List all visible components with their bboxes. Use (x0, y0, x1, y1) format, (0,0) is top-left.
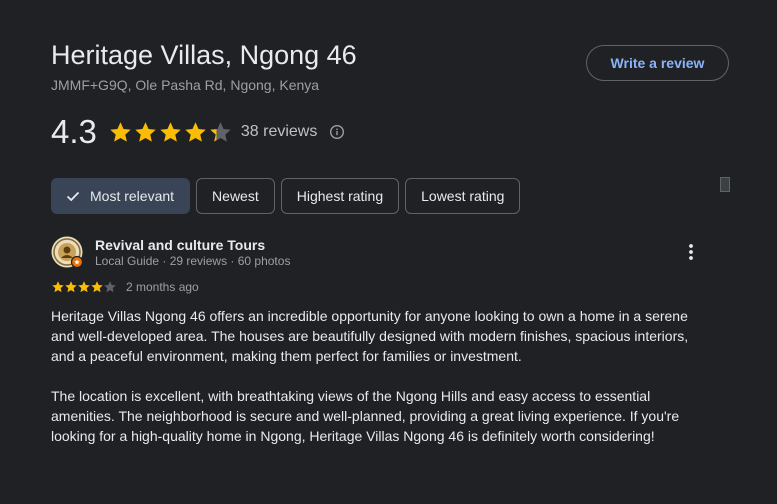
star-icon (52, 281, 64, 293)
reviewer-avatar[interactable] (51, 236, 84, 269)
review-count: 38 reviews (240, 123, 318, 140)
sort-chip-newest[interactable]: Newest (196, 178, 275, 214)
sort-chips: Most relevant Newest Highest rating Lowe… (51, 178, 521, 214)
star-icon (65, 281, 77, 293)
write-review-button[interactable]: Write a review (586, 45, 729, 81)
star-icon (160, 121, 181, 142)
check-icon (64, 187, 82, 205)
place-address: JMMF+G9Q, Ole Pasha Rd, Ngong, Kenya (51, 77, 320, 93)
review-stars (51, 280, 116, 294)
place-title: Heritage Villas, Ngong 46 (51, 40, 357, 70)
sort-chip-most-relevant[interactable]: Most relevant (51, 178, 191, 214)
star-icon (110, 121, 131, 142)
review-paragraph: The location is excellent, with breathta… (51, 388, 680, 444)
reviewer-name[interactable]: Revival and culture Tours (95, 237, 265, 253)
scrollbar-thumb[interactable] (720, 177, 730, 192)
sort-chip-label: Most relevant (90, 188, 175, 204)
review-paragraph: Heritage Villas Ngong 46 offers an incre… (51, 308, 689, 364)
rating-summary: 4.3 38 reviews (51, 112, 345, 152)
star-icon (104, 281, 116, 293)
reviewer-meta: Local Guide · 29 reviews · 60 photos (95, 254, 291, 268)
sort-chip-highest-rating[interactable]: Highest rating (280, 178, 400, 214)
star-icon (185, 121, 206, 142)
review-text: Heritage Villas Ngong 46 offers an incre… (51, 306, 711, 466)
sort-chip-lowest-rating[interactable]: Lowest rating (405, 178, 521, 214)
place-reviews-panel: Heritage Villas, Ngong 46 JMMF+G9Q, Ole … (0, 0, 777, 504)
sort-chip-label: Lowest rating (421, 188, 505, 204)
info-icon[interactable] (329, 124, 345, 140)
star-icon (135, 121, 156, 142)
review-date: 2 months ago (126, 280, 199, 294)
sort-chip-label: Newest (212, 188, 259, 204)
star-icon (78, 281, 90, 293)
star-icon (91, 281, 103, 293)
star-icon (210, 121, 231, 142)
rating-stars (108, 120, 233, 145)
review-rating: 2 months ago (51, 279, 199, 295)
more-vert-icon[interactable] (683, 242, 699, 262)
rating-value: 4.3 (51, 113, 97, 150)
sort-chip-label: Highest rating (296, 188, 384, 204)
